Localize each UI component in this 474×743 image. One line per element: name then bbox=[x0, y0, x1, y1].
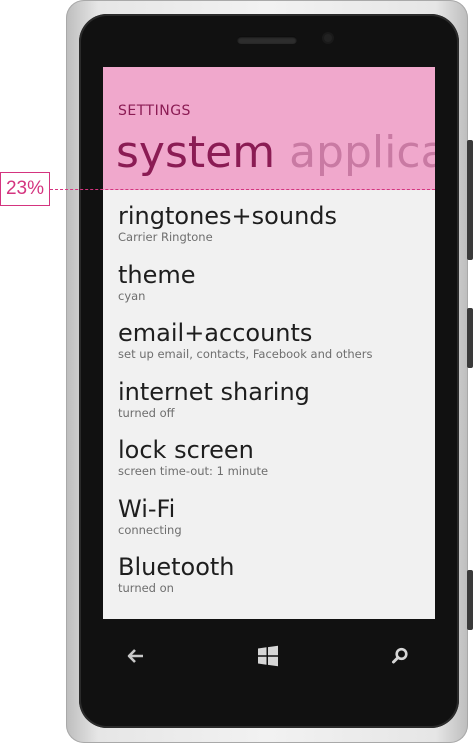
setting-theme[interactable]: theme cyan bbox=[118, 261, 428, 320]
pivot-applications-tab[interactable]: applicat bbox=[289, 127, 435, 178]
settings-screen: SETTINGS system applicat ringtones+sounds… bbox=[103, 67, 435, 619]
annotation-guide-line bbox=[50, 189, 435, 190]
front-camera bbox=[324, 34, 332, 42]
volume-button bbox=[467, 140, 473, 260]
power-button bbox=[467, 308, 473, 368]
start-button[interactable] bbox=[253, 644, 283, 668]
setting-title: lock screen bbox=[118, 436, 254, 464]
pivot-header: system applicat bbox=[116, 127, 435, 179]
search-icon bbox=[392, 647, 408, 664]
setting-subtitle: Carrier Ringtone bbox=[118, 230, 213, 244]
setting-subtitle: cyan bbox=[118, 288, 146, 303]
hardware-nav-bar bbox=[103, 628, 435, 684]
setting-subtitle: turned off bbox=[118, 405, 175, 420]
search-button[interactable] bbox=[385, 644, 415, 668]
windows-start-icon bbox=[258, 645, 278, 667]
pivot-system-tab[interactable]: system bbox=[116, 127, 275, 178]
setting-subtitle: set up email, contacts, Facebook and oth… bbox=[118, 347, 373, 361]
section-label: SETTINGS bbox=[118, 103, 191, 119]
setting-title: Wi-Fi bbox=[118, 494, 176, 523]
setting-ringtones-sounds[interactable]: ringtones+sounds Carrier Ringtone bbox=[118, 202, 428, 261]
setting-subtitle: screen time-out: 1 minute bbox=[118, 464, 269, 478]
setting-internet-sharing[interactable]: internet sharing turned off bbox=[118, 378, 428, 437]
setting-title: internet sharing bbox=[118, 377, 310, 406]
setting-title: ringtones+sounds bbox=[118, 202, 338, 230]
back-button[interactable] bbox=[121, 644, 151, 668]
setting-email-accounts[interactable]: email+accounts set up email, contacts, F… bbox=[118, 319, 428, 378]
settings-list: ringtones+sounds Carrier Ringtone theme … bbox=[118, 202, 428, 612]
setting-lock-screen[interactable]: lock screen screen time-out: 1 minute bbox=[118, 436, 428, 495]
camera-button bbox=[467, 570, 473, 630]
back-arrow-icon bbox=[127, 649, 143, 663]
setting-title: theme bbox=[118, 260, 196, 289]
setting-subtitle: turned on bbox=[118, 581, 174, 595]
earpiece-speaker bbox=[237, 36, 297, 44]
setting-wifi[interactable]: Wi-Fi connecting bbox=[118, 495, 428, 554]
setting-title: Bluetooth bbox=[118, 553, 235, 581]
setting-bluetooth[interactable]: Bluetooth turned on bbox=[118, 553, 428, 612]
setting-title: email+accounts bbox=[118, 319, 313, 347]
setting-subtitle: connecting bbox=[118, 522, 182, 537]
header-height-annotation: 23% bbox=[0, 172, 50, 206]
